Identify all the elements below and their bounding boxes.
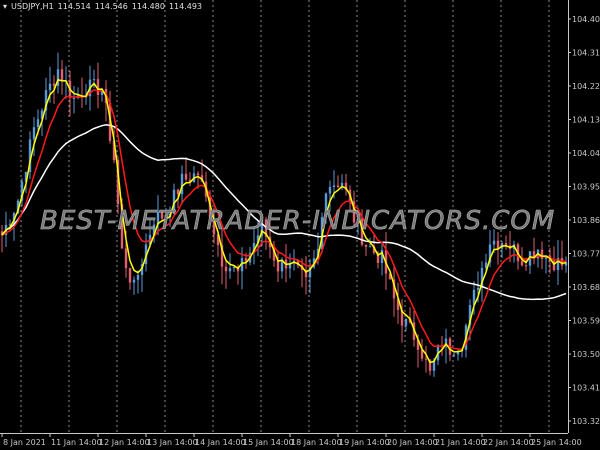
candle-body bbox=[128, 268, 132, 283]
candle-body bbox=[276, 260, 280, 272]
price-tick-label: 103.685 bbox=[572, 283, 600, 292]
candle-body bbox=[364, 244, 368, 247]
symbol-label: USDJPY,H1 bbox=[11, 2, 54, 11]
time-tick-label: 25 Jan 14:00 bbox=[531, 438, 582, 447]
price-tick-label: 103.415 bbox=[572, 384, 600, 393]
candle-body bbox=[196, 173, 200, 176]
price-tick-label: 103.775 bbox=[572, 250, 600, 259]
chart-header: ▾ USDJPY,H1 114.514 114.546 114.480 114.493 bbox=[3, 2, 206, 11]
candle-body bbox=[228, 268, 232, 272]
candle-body bbox=[520, 261, 524, 266]
low-value: 114.480 bbox=[131, 2, 165, 11]
candle-body bbox=[72, 97, 76, 99]
price-tick-label: 104.225 bbox=[572, 82, 600, 91]
candle-body bbox=[368, 246, 372, 248]
candle-body bbox=[36, 119, 40, 128]
candle-body bbox=[124, 248, 128, 269]
candle-body bbox=[92, 79, 96, 81]
watermark: BEST-METATRADER-INDICATORS.COM bbox=[40, 206, 556, 237]
candle-body bbox=[136, 274, 140, 280]
candle-body bbox=[424, 358, 428, 360]
candle-body bbox=[328, 186, 332, 194]
candle-body bbox=[492, 240, 496, 245]
time-tick-label: 15 Jan 14:00 bbox=[243, 438, 294, 447]
open-value: 114.514 bbox=[57, 2, 91, 11]
candle-body bbox=[524, 265, 528, 267]
candle-body bbox=[452, 354, 456, 356]
time-tick-label: 20 Jan 14:00 bbox=[387, 438, 438, 447]
time-tick-label: 11 Jan 14:00 bbox=[51, 438, 102, 447]
candle-body bbox=[476, 288, 480, 290]
candle-body bbox=[184, 173, 188, 180]
chart-window: 104.405 104.315 104.225 104.135 104.045 103.9… bbox=[0, 0, 600, 450]
candle-body bbox=[176, 189, 180, 195]
time-tick-label: 12 Jan 14:00 bbox=[99, 438, 150, 447]
candle-body bbox=[52, 83, 56, 86]
close-value: 114.493 bbox=[168, 2, 203, 11]
high-value: 114.546 bbox=[94, 2, 128, 11]
candle-body bbox=[32, 127, 36, 140]
price-tick-label: 104.135 bbox=[572, 116, 600, 125]
time-tick-label: 22 Jan 14:00 bbox=[483, 438, 534, 447]
time-tick-label: 21 Jan 14:00 bbox=[435, 438, 486, 447]
time-tick-label: 18 Jan 14:00 bbox=[291, 438, 342, 447]
collapse-arrow-icon[interactable]: ▾ bbox=[3, 2, 7, 11]
time-tick-label: 14 Jan 14:00 bbox=[195, 438, 246, 447]
candle-body bbox=[224, 266, 228, 272]
time-tick-label: 13 Jan 14:00 bbox=[147, 438, 198, 447]
price-tick-label: 103.505 bbox=[572, 350, 600, 359]
price-tick-label: 103.865 bbox=[572, 216, 600, 225]
price-tick-label: 103.955 bbox=[572, 183, 600, 192]
price-tick-label: 104.405 bbox=[572, 15, 600, 24]
price-tick-label: 103.595 bbox=[572, 317, 600, 326]
price-tick-label: 104.045 bbox=[572, 149, 600, 158]
candle-body bbox=[336, 185, 340, 188]
price-tick-label: 104.315 bbox=[572, 49, 600, 58]
candle-body bbox=[332, 185, 336, 187]
time-tick-label: 8 Jan 2021 bbox=[3, 438, 46, 447]
candle-body bbox=[404, 318, 408, 326]
time-tick-label: 19 Jan 14:00 bbox=[339, 438, 390, 447]
candle-body bbox=[496, 240, 500, 249]
candle-body bbox=[540, 249, 544, 259]
candle-body bbox=[132, 279, 136, 283]
candle-body bbox=[48, 83, 52, 91]
price-tick-label: 103.325 bbox=[572, 417, 600, 426]
